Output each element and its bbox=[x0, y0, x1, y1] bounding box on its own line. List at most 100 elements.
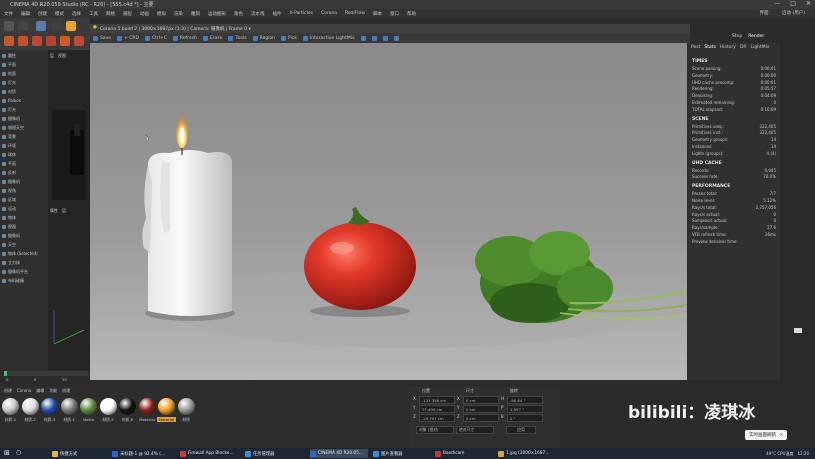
move-icon[interactable] bbox=[18, 21, 28, 31]
stop-button[interactable]: Stop bbox=[732, 34, 742, 39]
object-item[interactable]: Paloon bbox=[2, 97, 48, 104]
rotate-icon[interactable] bbox=[66, 21, 76, 31]
coord-field[interactable]: 1.557 ° bbox=[507, 405, 543, 413]
tab-attributes[interactable]: 属性 bbox=[50, 208, 58, 214]
erase-button[interactable]: Erase bbox=[200, 35, 226, 41]
taskbar-item[interactable]: CINEMA 4D R20.05... bbox=[310, 449, 368, 458]
object-item[interactable]: 摄像机 bbox=[2, 178, 48, 185]
search-icon[interactable]: ○ bbox=[16, 449, 21, 456]
coord-field[interactable]: 0 cm bbox=[463, 396, 499, 404]
material-swatch[interactable] bbox=[2, 398, 19, 415]
interactive-lightmix-button[interactable]: Interactive LightMix bbox=[300, 35, 358, 41]
object-item[interactable]: 灯光 bbox=[2, 79, 48, 86]
material-swatch[interactable] bbox=[80, 398, 97, 415]
tab-layer2[interactable]: 层 bbox=[62, 208, 66, 214]
undo-icon[interactable] bbox=[4, 21, 14, 31]
menu-item-1[interactable]: 编辑 bbox=[17, 11, 34, 17]
object-item[interactable]: 布料碰撞 bbox=[2, 277, 48, 284]
taskbar-item[interactable]: Firewall App Blocke... bbox=[180, 449, 242, 458]
menu-item-8[interactable]: 动画 bbox=[136, 11, 153, 17]
save-button[interactable]: Save bbox=[90, 35, 114, 41]
menu-item-11[interactable]: 雕刻 bbox=[187, 11, 204, 17]
tab-stats[interactable]: Stats bbox=[704, 45, 716, 50]
menu-item-19[interactable]: 脚本 bbox=[369, 11, 386, 17]
material-tab-2[interactable]: 编辑 bbox=[36, 388, 44, 394]
menu-item-10[interactable]: 渲染 bbox=[170, 11, 187, 17]
object-item[interactable]: 摄像机 bbox=[2, 232, 48, 239]
camera-icon[interactable] bbox=[74, 36, 84, 46]
coord-field[interactable]: 0 ° bbox=[507, 414, 543, 422]
ctrl-c-button[interactable]: Ctrl+C bbox=[142, 35, 170, 41]
coord-field[interactable]: -90.64 ° bbox=[507, 396, 543, 404]
zoom-fit-icon[interactable] bbox=[358, 35, 369, 41]
menu-item-12[interactable]: 运动图形 bbox=[204, 11, 230, 17]
coord-mode-dropdown[interactable]: 绝对尺寸 bbox=[456, 426, 494, 434]
tools-button[interactable]: Tools bbox=[225, 35, 249, 41]
object-item[interactable]: 视图 bbox=[2, 223, 48, 230]
object-item[interactable]: 运动 bbox=[2, 205, 48, 212]
material-tab-1[interactable]: Corona bbox=[17, 388, 31, 394]
object-item[interactable]: 物体 (Selected) bbox=[2, 250, 48, 257]
crd-button[interactable]: + CRD bbox=[114, 35, 142, 41]
maximize-button[interactable]: □ bbox=[790, 0, 796, 7]
menu-item-16[interactable]: X-Particles bbox=[286, 11, 317, 16]
object-item[interactable]: 物体 bbox=[2, 214, 48, 221]
cube-icon[interactable] bbox=[4, 36, 14, 46]
menu-item-0[interactable]: 文件 bbox=[0, 11, 17, 17]
material-tab-0[interactable]: 创建 bbox=[4, 388, 12, 394]
refresh-button[interactable]: Refresh bbox=[170, 35, 200, 41]
object-item[interactable]: 平面 bbox=[2, 61, 48, 68]
spline-icon[interactable] bbox=[18, 36, 28, 46]
menu-item-6[interactable]: 网格 bbox=[102, 11, 119, 17]
layout-label-1[interactable]: 启动 (用户) bbox=[778, 10, 809, 16]
material-tab-4[interactable]: 纹理 bbox=[62, 388, 70, 394]
object-item[interactable]: 背景 bbox=[2, 133, 48, 140]
menu-item-14[interactable]: 流水线 bbox=[247, 11, 269, 17]
object-item[interactable]: 反射 bbox=[2, 169, 48, 176]
menu-item-5[interactable]: 工具 bbox=[85, 11, 102, 17]
taskbar-item[interactable]: Bandicam bbox=[435, 449, 491, 458]
material-swatch[interactable] bbox=[119, 398, 136, 415]
minimize-button[interactable]: — bbox=[774, 0, 780, 7]
panel-toggle-icon[interactable] bbox=[794, 328, 802, 333]
coord-field[interactable]: -23.707 cm bbox=[419, 414, 455, 422]
close-button[interactable]: ✕ bbox=[806, 0, 811, 7]
menu-item-15[interactable]: 插件 bbox=[269, 11, 286, 17]
object-item[interactable]: 视角 bbox=[2, 187, 48, 194]
menu-item-2[interactable]: 创建 bbox=[34, 11, 51, 17]
object-item[interactable]: 摄像机 bbox=[2, 115, 48, 122]
tab-post[interactable]: Post bbox=[691, 45, 700, 50]
material-swatch[interactable] bbox=[158, 398, 175, 415]
object-item[interactable]: 天空 bbox=[2, 241, 48, 248]
object-item[interactable]: 灯光 bbox=[2, 106, 48, 113]
render-button[interactable]: Render bbox=[748, 34, 764, 39]
material-swatch[interactable] bbox=[60, 398, 78, 415]
object-item[interactable]: 球体 bbox=[2, 151, 48, 158]
taskbar-item[interactable]: 1.jpg (3000×1687... bbox=[498, 449, 558, 458]
playhead[interactable] bbox=[4, 371, 7, 376]
object-item[interactable]: 立方体 bbox=[2, 259, 48, 266]
menu-item-9[interactable]: 模拟 bbox=[153, 11, 170, 17]
object-item[interactable]: 圆柱 bbox=[2, 52, 48, 59]
coord-field[interactable]: 0 cm bbox=[463, 414, 499, 422]
object-item[interactable]: 材质 bbox=[2, 88, 48, 95]
menu-item-3[interactable]: 模式 bbox=[51, 11, 68, 17]
object-item[interactable]: 环境 bbox=[2, 142, 48, 149]
material-tab-3[interactable]: 功能 bbox=[49, 388, 57, 394]
fullscreen-icon[interactable] bbox=[391, 35, 402, 41]
tab-view[interactable]: 视图 bbox=[58, 53, 66, 59]
taskbar-item[interactable]: 快捷方式 bbox=[52, 449, 108, 458]
coord-field[interactable]: -127.358 cm bbox=[419, 396, 455, 404]
menu-item-21[interactable]: 帮助 bbox=[403, 11, 420, 17]
tab-dr[interactable]: DR bbox=[740, 45, 747, 50]
taskbar-item[interactable]: 任务管理器 bbox=[245, 449, 303, 458]
taskbar-item[interactable]: 未标题-1 @ 92.4% (... bbox=[112, 449, 176, 458]
object-item[interactable]: 摄像机平台 bbox=[2, 268, 48, 275]
notification-toast[interactable]: 实时画面刷新 ✕ bbox=[745, 430, 788, 440]
tab-history[interactable]: History bbox=[720, 45, 736, 50]
taskbar-item[interactable]: 图片查看器 bbox=[373, 449, 429, 458]
region-button[interactable]: Region bbox=[250, 35, 278, 41]
pick-button[interactable]: Pick bbox=[278, 35, 300, 41]
object-item[interactable]: 平面 bbox=[2, 160, 48, 167]
menu-item-17[interactable]: Corona bbox=[317, 11, 341, 16]
